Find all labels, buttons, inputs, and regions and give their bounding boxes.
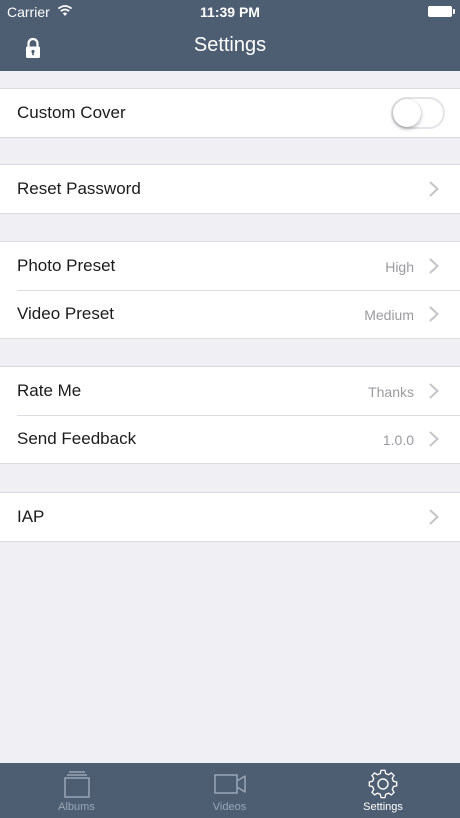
battery-tip [453, 9, 455, 14]
settings-group-password: Reset Password [0, 164, 460, 214]
send-feedback-row[interactable]: Send Feedback 1.0.0 [0, 415, 460, 463]
photo-preset-value: High [385, 259, 414, 275]
settings-group-cover: Custom Cover [0, 88, 460, 138]
chevron-right-icon [429, 431, 439, 447]
page-title: Settings [193, 34, 267, 56]
tab-bar: Albums Videos Settings [0, 763, 460, 818]
chevron-right-icon [429, 306, 439, 322]
iap-label: IAP [17, 507, 45, 526]
top-bar: Carrier 11:39 PM Settings [0, 0, 460, 71]
chevron-right-icon [429, 181, 439, 197]
reset-password-label: Reset Password [17, 179, 141, 198]
video-preset-label: Video Preset [17, 304, 115, 323]
chevron-right-icon [429, 258, 439, 274]
settings-group-iap: IAP [0, 492, 460, 542]
settings-group-feedback: Rate Me Thanks Send Feedback 1.0.0 [0, 366, 460, 464]
send-feedback-label: Send Feedback [17, 429, 137, 448]
tab-albums[interactable]: Albums [0, 763, 153, 818]
settings-group-presets: Photo Preset High Video Preset Medium [0, 241, 460, 339]
rate-me-row[interactable]: Rate Me Thanks [0, 367, 460, 415]
custom-cover-toggle[interactable] [391, 97, 445, 129]
app-version-value: 1.0.0 [382, 432, 414, 448]
chevron-right-icon [429, 383, 439, 399]
custom-cover-row: Custom Cover [0, 89, 460, 137]
chevron-right-icon [429, 509, 439, 525]
battery-icon [428, 6, 452, 17]
video-preset-value: Medium [364, 307, 414, 323]
video-camera-icon [213, 774, 246, 794]
video-preset-row[interactable]: Video Preset Medium [0, 290, 460, 338]
status-time: 11:39 PM [200, 4, 260, 20]
gear-icon [368, 769, 398, 799]
navigation-bar: Settings [0, 24, 460, 71]
iap-row[interactable]: IAP [0, 493, 460, 541]
status-bar: Carrier 11:39 PM [0, 0, 460, 24]
photo-preset-label: Photo Preset [17, 256, 116, 275]
albums-icon [63, 771, 90, 798]
rate-me-label: Rate Me [17, 381, 82, 400]
rate-me-value: Thanks [368, 384, 414, 400]
reset-password-row[interactable]: Reset Password [0, 165, 460, 213]
tab-videos-label: Videos [212, 801, 247, 813]
toggle-knob [393, 99, 421, 127]
tab-settings-label: Settings [363, 801, 403, 813]
tab-videos[interactable]: Videos [153, 763, 306, 818]
tab-settings[interactable]: Settings [306, 763, 460, 818]
custom-cover-label: Custom Cover [17, 103, 126, 122]
photo-preset-row[interactable]: Photo Preset High [0, 242, 460, 290]
tab-albums-label: Albums [58, 801, 95, 813]
